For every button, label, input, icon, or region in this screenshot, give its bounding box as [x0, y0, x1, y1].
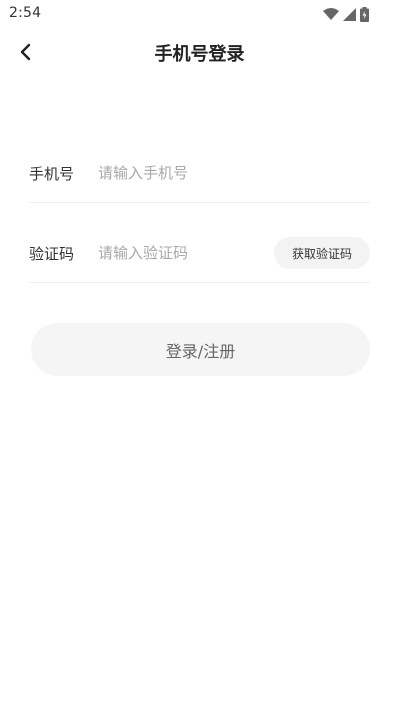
- battery-icon: [360, 6, 369, 22]
- phone-row: 手机号: [29, 146, 370, 203]
- phone-label: 手机号: [29, 165, 75, 183]
- phone-input[interactable]: [98, 160, 268, 186]
- status-bar: 2:54: [0, 0, 399, 28]
- wifi-icon: [323, 8, 339, 20]
- code-row: 验证码 获取验证码: [29, 226, 370, 283]
- login-register-button[interactable]: 登录/注册: [31, 323, 370, 376]
- header: 手机号登录: [0, 28, 399, 76]
- status-icons: [323, 6, 369, 22]
- status-time: 2:54: [9, 5, 42, 21]
- code-input[interactable]: [98, 240, 268, 266]
- page-title: 手机号登录: [154, 44, 245, 65]
- get-code-button[interactable]: 获取验证码: [274, 237, 370, 269]
- signal-icon: [343, 7, 356, 21]
- code-label: 验证码: [29, 245, 75, 263]
